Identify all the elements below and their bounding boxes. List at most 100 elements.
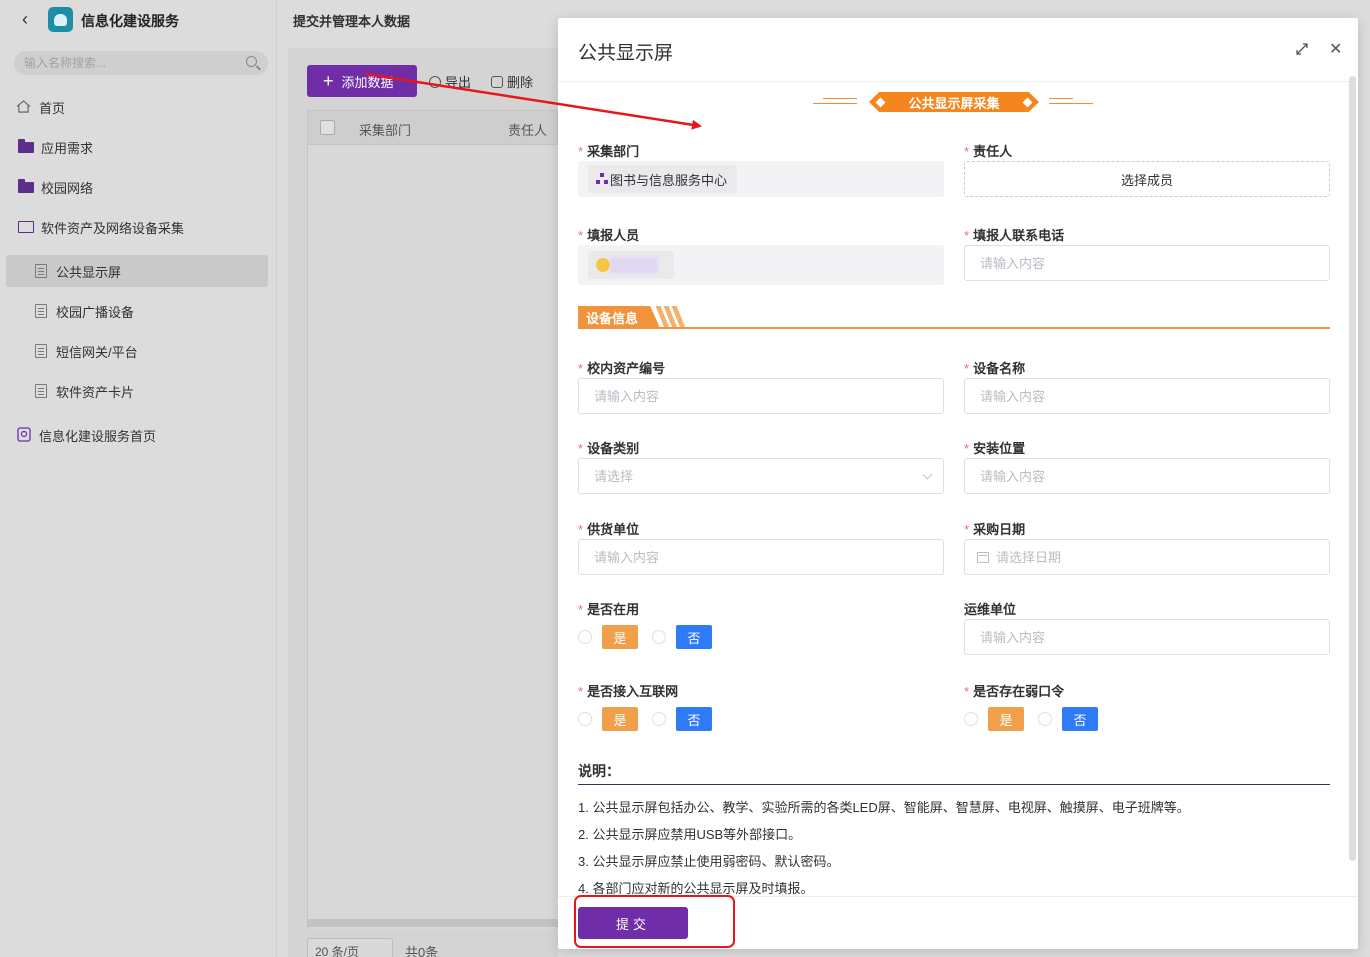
label-text: 设备类别 [587, 441, 640, 456]
label-text: 采集部门 [587, 144, 640, 159]
field-label-supplier: * 供货单位 [578, 519, 639, 538]
sidebar-item-app-needs[interactable]: 应用需求 [6, 131, 268, 163]
delete-button[interactable]: 删除 [491, 72, 533, 91]
search-icon[interactable] [246, 56, 257, 67]
select-all-checkbox[interactable] [320, 120, 335, 135]
portal-icon [17, 427, 31, 442]
dept-field: 图书与信息服务中心 [578, 161, 944, 197]
label-text: 运维单位 [964, 602, 1017, 617]
label-text: 安装位置 [973, 441, 1026, 456]
field-label-device-name: * 设备名称 [964, 358, 1025, 377]
home-icon [16, 100, 31, 113]
sidebar-item-software-card[interactable]: 软件资产卡片 [6, 375, 268, 407]
app-logo [48, 7, 73, 32]
no-tag[interactable]: 否 [676, 707, 712, 731]
maintainer-field[interactable] [964, 619, 1330, 655]
weak-password-radio-group: 是 否 [964, 707, 1098, 731]
total-count: 共0条 [405, 945, 439, 957]
category-input[interactable] [594, 468, 943, 484]
avatar [596, 258, 610, 272]
radio-yes[interactable] [964, 712, 978, 726]
select-member-button[interactable]: 选择成员 [964, 161, 1330, 197]
sidebar-item-portal-home[interactable]: 信息化建设服务首页 [6, 419, 268, 451]
radio-no[interactable] [652, 630, 666, 644]
field-label-category: * 设备类别 [578, 438, 639, 457]
export-button[interactable]: 导出 [429, 72, 471, 91]
sidebar-item-broadcast[interactable]: 校园广播设备 [6, 295, 268, 327]
phone-field[interactable] [964, 245, 1330, 281]
column-header-owner: 责任人 [508, 123, 548, 138]
radio-no[interactable] [1038, 712, 1052, 726]
dialog-scrollbar[interactable] [1349, 76, 1356, 861]
location-input[interactable] [980, 468, 1329, 484]
sidebar-item-public-display[interactable]: 公共显示屏 [6, 255, 268, 287]
page-size-select[interactable]: 20 条/页 [307, 938, 393, 957]
sidebar-item-label: 信息化建设服务首页 [39, 428, 157, 444]
category-select[interactable] [578, 458, 944, 494]
supplier-input[interactable] [594, 549, 943, 565]
add-data-button[interactable]: + 添加数据 [307, 65, 417, 97]
reporter-field [578, 245, 944, 285]
asset-no-field[interactable] [578, 378, 944, 414]
close-icon[interactable]: ✕ [1329, 39, 1342, 59]
no-tag[interactable]: 否 [676, 625, 712, 649]
purchase-date-input[interactable] [996, 549, 1329, 565]
note-item: 2. 公共显示屏应禁用USB等外部接口。 [578, 827, 802, 842]
yes-tag[interactable]: 是 [602, 707, 638, 731]
sidebar-item-software-assets[interactable]: 软件资产及网络设备采集 [6, 211, 268, 243]
redacted-name [610, 257, 658, 273]
export-label: 导出 [445, 75, 472, 90]
phone-input[interactable] [980, 255, 1329, 271]
sidebar-item-label: 应用需求 [41, 140, 94, 156]
field-label-reporter: * 填报人员 [578, 225, 639, 244]
required-mark: * [578, 361, 584, 376]
field-label-location: * 安装位置 [964, 438, 1025, 457]
sidebar-item-home[interactable]: 首页 [6, 91, 268, 123]
org-icon [596, 173, 608, 185]
yes-tag[interactable]: 是 [988, 707, 1024, 731]
sidebar-item-label: 公共显示屏 [56, 264, 122, 280]
asset-no-input[interactable] [594, 388, 943, 404]
document-icon [35, 384, 47, 398]
search-box[interactable] [14, 51, 268, 75]
folder-icon [18, 139, 34, 153]
yes-tag[interactable]: 是 [602, 625, 638, 649]
banner-title: 公共显示屏采集 [869, 92, 1039, 112]
no-tag[interactable]: 否 [1062, 707, 1098, 731]
device-name-field[interactable] [964, 378, 1330, 414]
required-mark: * [964, 522, 970, 537]
field-label-phone: * 填报人联系电话 [964, 225, 1064, 244]
radio-yes[interactable] [578, 630, 592, 644]
sidebar-item-sms-gateway[interactable]: 短信网关/平台 [6, 335, 268, 367]
device-name-input[interactable] [980, 388, 1329, 404]
radio-yes[interactable] [578, 712, 592, 726]
app-title: 信息化建设服务 [81, 13, 179, 29]
section-title: 设备信息 [578, 306, 660, 328]
in-use-radio-group: 是 否 [578, 625, 712, 649]
supplier-field[interactable] [578, 539, 944, 575]
delete-label: 删除 [507, 75, 534, 90]
form-dialog: 公共显示屏 ✕ 公共显示屏采集 * 采集部门 图书与信息服务中心 * 责任人 选择成… [558, 18, 1358, 949]
field-label-purchase-date: * 采购日期 [964, 519, 1025, 538]
horizontal-scrollbar[interactable] [307, 919, 558, 927]
purchase-date-picker[interactable] [964, 539, 1330, 575]
required-mark: * [964, 228, 970, 243]
document-icon [35, 264, 47, 278]
required-mark: * [578, 684, 584, 699]
banner-line [1049, 98, 1073, 99]
maintainer-input[interactable] [980, 629, 1329, 645]
fullscreen-icon[interactable] [1295, 42, 1309, 56]
required-mark: * [964, 144, 970, 159]
folder-open-icon [18, 221, 34, 233]
diamond-icon [875, 97, 886, 108]
sidebar-item-campus-network[interactable]: 校园网络 [6, 171, 268, 203]
sidebar-item-label: 软件资产卡片 [56, 384, 135, 400]
required-mark: * [578, 228, 584, 243]
page-title: 提交并管理本人数据 [293, 14, 411, 29]
location-field[interactable] [964, 458, 1330, 494]
field-label-in-use: * 是否在用 [578, 599, 639, 618]
chevron-left-icon[interactable]: ‹ [15, 8, 35, 30]
radio-no[interactable] [652, 712, 666, 726]
search-input[interactable] [24, 56, 224, 70]
field-label-asset-no: * 校内资产编号 [578, 358, 665, 377]
